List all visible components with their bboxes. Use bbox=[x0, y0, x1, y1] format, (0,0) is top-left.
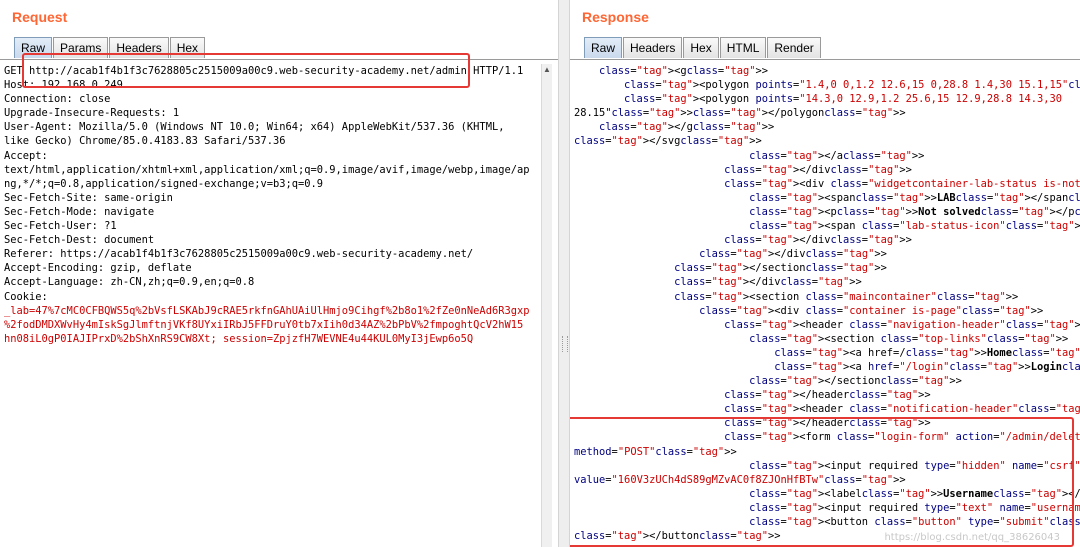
response-line: class="tag"><section class="maincontaine… bbox=[674, 290, 1019, 303]
response-line: class="tag"><labelclass="tag">>Usernamec… bbox=[749, 487, 1080, 500]
response-line: class="tag"><section class="top-links"cl… bbox=[749, 332, 1069, 345]
request-line: Referer: https://acab1f4b1f3c7628805c251… bbox=[4, 248, 474, 261]
request-tabs: Raw Params Headers Hex bbox=[14, 37, 206, 59]
request-line: Sec-Fetch-User: ?1 bbox=[4, 220, 117, 233]
request-editor[interactable]: GET http://acab1f4b1f3c7628805c2515009a0… bbox=[0, 59, 558, 547]
request-tab-headers[interactable]: Headers bbox=[109, 37, 169, 58]
request-title: Request bbox=[12, 9, 68, 25]
response-line: class="tag"></aclass="tag">> bbox=[749, 149, 925, 162]
response-line: class="tag"></formclass="tag">> bbox=[574, 543, 1076, 547]
request-line: Sec-Fetch-Mode: navigate bbox=[4, 205, 155, 218]
response-tab-html[interactable]: HTML bbox=[719, 37, 767, 58]
scroll-up-arrow-icon[interactable]: ▲ bbox=[542, 64, 552, 76]
request-line: ng,*/*;q=0.8,application/signed-exchange… bbox=[4, 177, 324, 190]
response-line: class="tag"><header class="navigation-he… bbox=[724, 318, 1080, 331]
pane-splitter[interactable] bbox=[558, 0, 570, 547]
response-tab-raw[interactable]: Raw bbox=[584, 37, 623, 58]
request-cookie-line: hn08iL0gP0IAJIPrxD%2bShXnRS9CW8Xt; sessi… bbox=[4, 332, 474, 345]
request-cookie-line: %2fodDMDXWvHy4mIskSgJlmftnjVKf8UYxiIRbJ5… bbox=[4, 318, 524, 331]
response-line: class="tag"><gclass="tag">> bbox=[599, 65, 768, 77]
response-line: class="tag"><a href="/login"class="tag">… bbox=[774, 360, 1080, 373]
response-title: Response bbox=[582, 9, 649, 25]
response-line: class="tag"></divclass="tag">> bbox=[699, 248, 887, 261]
request-line: Upgrade-Insecure-Requests: 1 bbox=[4, 107, 180, 120]
request-line: Accept-Encoding: gzip, deflate bbox=[4, 262, 192, 275]
request-scrollbar[interactable]: ▲ bbox=[541, 64, 552, 547]
request-line: User-Agent: Mozilla/5.0 (Windows NT 10.0… bbox=[4, 121, 505, 134]
request-cookie-line: _lab=47%7cMC0CFBQWS5q%2bVsfLSKAbJ9cRAE5r… bbox=[4, 304, 530, 317]
response-line: 28.15"class="tag">>class="tag"></polygon… bbox=[574, 107, 906, 120]
response-line: class="tag"><polygon points="14.3,0 12.9… bbox=[624, 93, 1062, 106]
request-line: GET http://acab1f4b1f3c7628805c2515009a0… bbox=[4, 65, 524, 77]
response-line: class="tag"></divclass="tag">> bbox=[724, 234, 912, 247]
response-tab-hex[interactable]: Hex bbox=[683, 37, 719, 58]
splitter-grip-icon[interactable] bbox=[562, 336, 568, 352]
request-tab-hex[interactable]: Hex bbox=[169, 37, 206, 58]
response-line: class="tag"><div class="widgetcontainer-… bbox=[724, 177, 1080, 190]
response-line: class="tag"><pclass="tag">>Not solvedcla… bbox=[749, 205, 1080, 218]
response-line: class="tag"></divclass="tag">> bbox=[724, 163, 912, 176]
response-tab-headers[interactable]: Headers bbox=[623, 37, 683, 58]
response-line: class="tag"><spanclass="tag">>LABclass="… bbox=[749, 191, 1080, 204]
response-line: class="tag"></divclass="tag">> bbox=[674, 276, 862, 289]
request-line: Accept: bbox=[4, 149, 48, 162]
request-text[interactable]: GET http://acab1f4b1f3c7628805c2515009a0… bbox=[4, 64, 540, 346]
response-line: class="tag"><div class="container is-pag… bbox=[699, 304, 1044, 317]
response-line: class="tag"></gclass="tag">> bbox=[599, 121, 775, 134]
response-line: class="tag"><form class="login-form" act… bbox=[724, 431, 1080, 444]
response-tabs: Raw Headers Hex HTML Render bbox=[584, 37, 822, 59]
response-line: class="tag"><a href=/class="tag">>Homecl… bbox=[774, 346, 1080, 359]
request-line: Accept-Language: zh-CN,zh;q=0.9,en;q=0.8 bbox=[4, 276, 255, 289]
response-line: class="tag"><button class="button" type=… bbox=[749, 516, 1080, 528]
request-line: Connection: close bbox=[4, 93, 111, 106]
response-line: class="tag"></svgclass="tag">> bbox=[574, 135, 762, 148]
response-text[interactable]: class="tag"><gclass="tag">> class="tag">… bbox=[574, 64, 1080, 547]
response-line: value="160V3zUCh4dS89gMZvAC0f8ZJOnHfBTw"… bbox=[574, 473, 906, 486]
request-line: text/html,application/xhtml+xml,applicat… bbox=[4, 163, 530, 176]
response-line: class="tag"></headerclass="tag">> bbox=[724, 417, 931, 430]
request-line: Sec-Fetch-Dest: document bbox=[4, 234, 155, 247]
response-editor[interactable]: class="tag"><gclass="tag">> class="tag">… bbox=[570, 59, 1080, 547]
response-line: class="tag"></sectionclass="tag">> bbox=[674, 262, 887, 275]
request-tab-params[interactable]: Params bbox=[53, 37, 109, 58]
response-pane: Response Raw Headers Hex HTML Render cla… bbox=[570, 0, 1080, 547]
response-line: class="tag"><input required type="hidden… bbox=[749, 459, 1080, 472]
response-line: class="tag"><span class="lab-status-icon… bbox=[749, 220, 1080, 233]
response-line: method="POST"class="tag">> bbox=[574, 445, 737, 458]
request-line: Sec-Fetch-Site: same-origin bbox=[4, 191, 173, 204]
watermark: https://blog.csdn.net/qq_38626043 bbox=[884, 532, 1060, 543]
response-line: class="tag"><header class="notification-… bbox=[724, 403, 1080, 416]
request-line: Cookie: bbox=[4, 290, 48, 303]
response-line: class="tag"><polygon points="1.4,0 0,1.2… bbox=[624, 79, 1080, 92]
response-line: class="tag"><input required type="text" … bbox=[749, 501, 1080, 514]
request-line: Host: 192.168.0.249 bbox=[4, 79, 123, 92]
request-tab-raw[interactable]: Raw bbox=[14, 37, 53, 58]
response-line: class="tag"></sectionclass="tag">> bbox=[749, 375, 962, 388]
response-tab-render[interactable]: Render bbox=[767, 37, 821, 58]
request-pane: Request Raw Params Headers Hex GET http:… bbox=[0, 0, 558, 547]
request-line: like Gecko) Chrome/85.0.4183.83 Safari/5… bbox=[4, 135, 286, 148]
response-line: class="tag"></headerclass="tag">> bbox=[724, 389, 931, 402]
